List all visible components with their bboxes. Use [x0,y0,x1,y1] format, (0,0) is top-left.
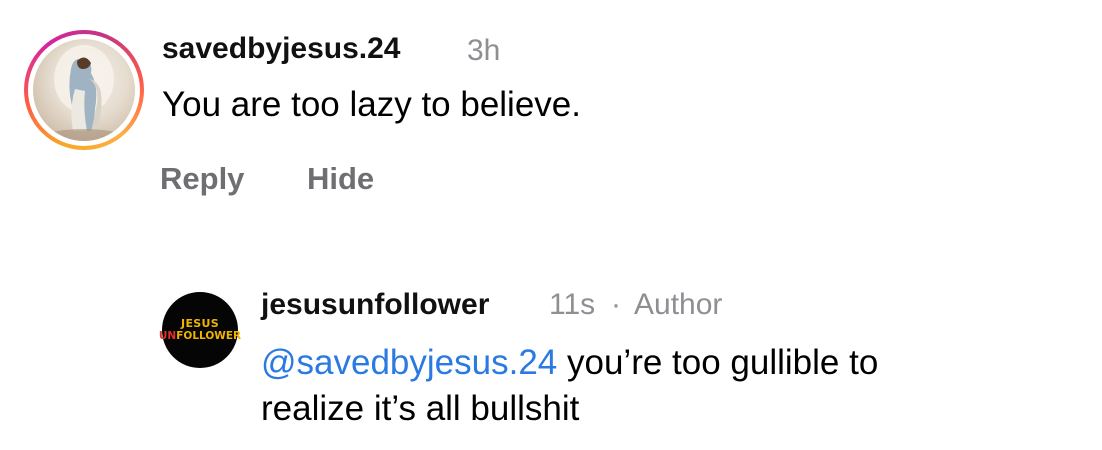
reply-button[interactable]: Reply [160,161,244,197]
comment-username[interactable]: jesusunfollower [261,288,489,322]
comment-text: You are too lazy to believe. [162,85,581,124]
meta-separator: · [611,288,621,321]
embrace-photo-icon [44,45,124,141]
comment-timestamp: 11s [549,288,596,321]
comment-item: savedbyjesus.24 3h You are too lazy to b… [0,0,1102,220]
avatar-story-ring[interactable] [24,30,144,150]
avatar [33,39,135,141]
avatar[interactable]: JESUS UNFOLLOWER [158,292,242,368]
comment-timestamp: 3h [467,34,501,67]
comment-text: @savedbyjesus.24 you’re too gullible to … [261,343,879,428]
hide-button[interactable]: Hide [307,161,374,197]
avatar-logo-text: JESUS [181,317,219,330]
author-badge: Author [634,288,723,321]
mention-link[interactable]: @savedbyjesus.24 [261,343,557,382]
avatar-logo-text: UNFOLLOWER [158,330,242,342]
reply-comment-item: JESUS UNFOLLOWER jesusunfollower 11s · A… [0,270,1102,450]
comment-username[interactable]: savedbyjesus.24 [162,32,401,66]
